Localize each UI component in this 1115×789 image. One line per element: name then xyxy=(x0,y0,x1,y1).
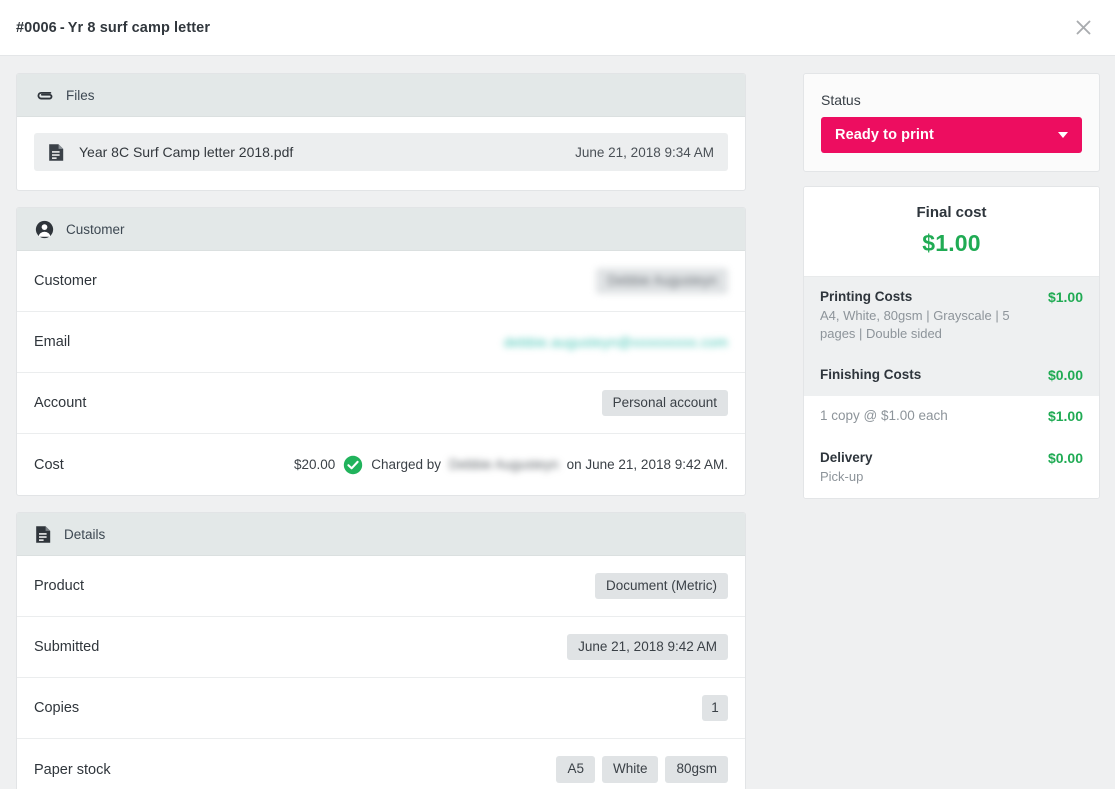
charged-by-suffix: on June 21, 2018 9:42 AM. xyxy=(566,457,728,472)
delivery-title: Delivery xyxy=(820,449,873,465)
row-value-product: Document (Metric) xyxy=(594,572,728,600)
customer-name-redacted[interactable]: Debbie Augusteyn xyxy=(596,267,728,295)
row-value-email: debbie.augusteyn@xxxxxxxxx.com xyxy=(504,334,728,350)
row-customer: Customer Debbie Augusteyn xyxy=(17,251,745,312)
order-title: Yr 8 surf camp letter xyxy=(67,19,211,36)
row-value-account: Personal account xyxy=(601,389,728,417)
breakdown-group-charges: Printing Costs A4, White, 80gsm | Graysc… xyxy=(804,277,1099,397)
status-selected-value: Ready to print xyxy=(835,127,934,143)
customer-email-redacted[interactable]: debbie.augusteyn@xxxxxxxxx.com xyxy=(504,334,728,350)
document-icon xyxy=(35,525,52,544)
files-card: Files Year 8C Surf Camp letter 2018.pdf … xyxy=(16,73,746,191)
breakdown-left-delivery: Delivery Pick-up xyxy=(820,449,873,486)
files-card-header: Files xyxy=(17,74,745,117)
page-title: #0006- Yr 8 surf camp letter xyxy=(16,20,210,36)
breakdown-left-finishing: Finishing Costs xyxy=(820,366,921,384)
status-panel: Status Ready to print xyxy=(803,73,1100,172)
row-value-copies: 1 xyxy=(702,694,728,722)
side-column: Status Ready to print Final cost $1.00 P… xyxy=(803,73,1100,499)
customer-card-header: Customer xyxy=(17,208,745,251)
charged-by-name-redacted: Debbie Augusteyn xyxy=(449,457,559,472)
printing-costs-amount: $1.00 xyxy=(1047,289,1083,305)
paper-size-pill[interactable]: A5 xyxy=(556,756,595,783)
copies-rate-title: 1 copy @ $1.00 each xyxy=(820,408,948,424)
charged-by-prefix: Charged by xyxy=(371,457,442,472)
check-circle-icon xyxy=(343,455,363,475)
customer-card: Customer Customer Debbie Augusteyn Email… xyxy=(16,207,746,496)
customer-card-title: Customer xyxy=(66,221,125,237)
final-cost-header: Final cost $1.00 xyxy=(804,187,1099,277)
row-value-cost: $20.00 Charged by Debbie Augusteyn on Ju… xyxy=(294,455,728,475)
row-label-email: Email xyxy=(34,334,71,350)
title-separator: - xyxy=(59,19,65,36)
file-list-item[interactable]: Year 8C Surf Camp letter 2018.pdf June 2… xyxy=(34,133,728,171)
finishing-costs-title: Finishing Costs xyxy=(820,367,922,383)
printing-costs-title: Printing Costs xyxy=(820,289,913,304)
chevron-down-icon xyxy=(1058,132,1068,138)
breakdown-row-delivery: Delivery Pick-up $0.00 xyxy=(804,438,1099,498)
row-value-submitted: June 21, 2018 9:42 AM xyxy=(567,633,728,661)
product-pill[interactable]: Document (Metric) xyxy=(594,572,728,600)
row-label-paper-stock: Paper stock xyxy=(34,761,111,778)
paper-weight-pill[interactable]: 80gsm xyxy=(665,756,728,783)
paperclip-icon xyxy=(35,86,54,105)
row-product: Product Document (Metric) xyxy=(17,556,745,617)
document-icon xyxy=(48,143,65,162)
copies-pill[interactable]: 1 xyxy=(702,694,728,722)
final-cost-value: $1.00 xyxy=(922,230,981,256)
breakdown-left-copies: 1 copy @ $1.00 each xyxy=(820,407,948,425)
details-card-title: Details xyxy=(64,526,106,542)
cost-charged-line: $20.00 Charged by Debbie Augusteyn on Ju… xyxy=(294,455,728,475)
account-pill[interactable]: Personal account xyxy=(601,389,728,417)
file-name: Year 8C Surf Camp letter 2018.pdf xyxy=(79,144,294,160)
row-label-product: Product xyxy=(34,578,84,594)
page-body: Files Year 8C Surf Camp letter 2018.pdf … xyxy=(0,56,1115,789)
paper-color-pill[interactable]: White xyxy=(601,756,659,783)
person-icon xyxy=(35,220,54,239)
close-button[interactable] xyxy=(1067,12,1099,44)
row-label-copies: Copies xyxy=(34,700,80,716)
cost-amount: $20.00 xyxy=(293,457,336,472)
printing-costs-subtitle: A4, White, 80gsm | Grayscale | 5 pages |… xyxy=(820,308,1010,342)
submitted-pill[interactable]: June 21, 2018 9:42 AM xyxy=(567,633,728,661)
row-label-cost: Cost xyxy=(34,456,64,473)
close-icon xyxy=(1074,18,1093,37)
row-label-account: Account xyxy=(34,395,87,411)
row-paper-stock: Paper stock A5 White 80gsm xyxy=(17,739,745,789)
order-number: #0006 xyxy=(16,19,57,36)
breakdown-row-copies: 1 copy @ $1.00 each $1.00 xyxy=(804,396,1099,437)
delivery-amount: $0.00 xyxy=(1047,449,1083,466)
breakdown-left-printing: Printing Costs A4, White, 80gsm | Graysc… xyxy=(820,288,1038,343)
row-email: Email debbie.augusteyn@xxxxxxxxx.com xyxy=(17,312,745,373)
top-bar: #0006- Yr 8 surf camp letter xyxy=(0,0,1115,56)
status-label: Status xyxy=(821,92,861,108)
row-value-paper-stock: A5 White 80gsm xyxy=(556,756,728,783)
status-dropdown[interactable]: Ready to print xyxy=(821,117,1082,153)
row-value-customer: Debbie Augusteyn xyxy=(596,267,728,295)
row-submitted: Submitted June 21, 2018 9:42 AM xyxy=(17,617,745,678)
row-account: Account Personal account xyxy=(17,373,745,434)
details-card: Details Product Document (Metric) Submit… xyxy=(16,512,746,789)
row-copies: Copies 1 xyxy=(17,678,745,739)
files-card-title: Files xyxy=(66,87,95,103)
breakdown-group-totals: 1 copy @ $1.00 each $1.00 Delivery Pick-… xyxy=(804,396,1099,498)
row-label-submitted: Submitted xyxy=(34,639,100,655)
finishing-costs-amount: $0.00 xyxy=(1047,367,1083,384)
row-label-customer: Customer xyxy=(34,273,97,289)
details-card-header: Details xyxy=(17,513,745,556)
main-column: Files Year 8C Surf Camp letter 2018.pdf … xyxy=(16,73,746,789)
delivery-subtitle: Pick-up xyxy=(820,468,864,484)
breakdown-row-finishing: Finishing Costs $0.00 xyxy=(804,355,1099,396)
final-cost-label: Final cost xyxy=(916,204,987,221)
copies-rate-amount: $1.00 xyxy=(1047,408,1083,425)
breakdown-row-printing: Printing Costs A4, White, 80gsm | Graysc… xyxy=(804,277,1099,355)
cost-panel: Final cost $1.00 Printing Costs A4, Whit… xyxy=(803,186,1100,499)
files-list: Year 8C Surf Camp letter 2018.pdf June 2… xyxy=(17,117,745,190)
row-cost: Cost $20.00 Charged by Debbie Augusteyn … xyxy=(17,434,745,495)
file-date: June 21, 2018 9:34 AM xyxy=(575,144,714,160)
